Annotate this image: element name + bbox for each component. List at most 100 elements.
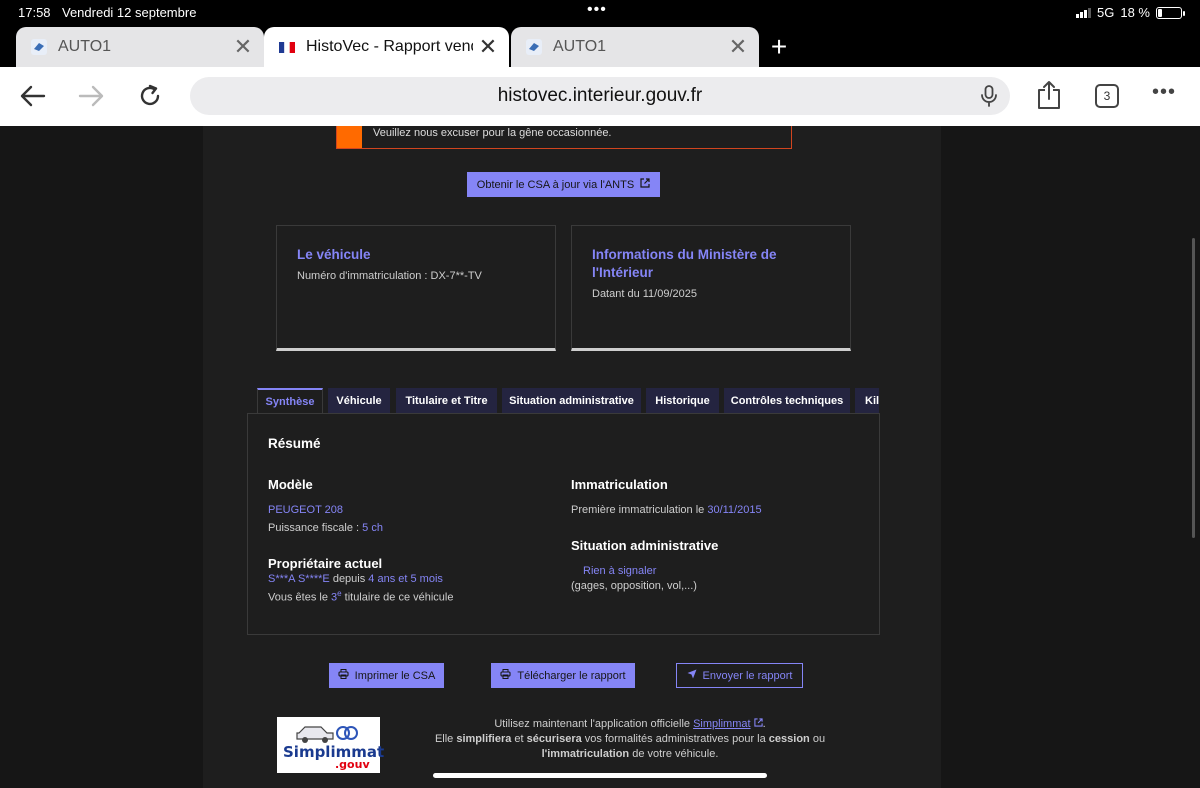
first-registration-date: 30/11/2015 — [707, 504, 762, 516]
registration-number: Numéro d'immatriculation : DX-7**-TV — [297, 270, 482, 282]
url-text: histovec.interieur.gouv.fr — [497, 85, 703, 106]
owner-heading: Propriétaire actuel — [268, 556, 383, 571]
print-csa-button[interactable]: Imprimer le CSA — [329, 663, 444, 688]
promo-bold: sécurisera — [526, 733, 582, 745]
simplimmat-logo[interactable]: Simplimmat .gouv — [277, 717, 384, 773]
promo-text: de votre véhicule. — [629, 748, 719, 760]
model-name: PEUGEOT 208 — [268, 504, 343, 516]
first-registration-label: Première immatriculation le — [571, 504, 708, 516]
microphone-icon[interactable] — [980, 85, 998, 113]
close-tab-icon[interactable]: ✕ — [473, 34, 503, 60]
status-bar: 17:58 Vendredi 12 septembre ••• 5G 18 % — [0, 0, 1200, 26]
tab-controles-techniques[interactable]: Contrôles techniques — [724, 388, 850, 414]
multitask-dots-icon[interactable]: ••• — [587, 1, 607, 19]
tab-historique[interactable]: Historique — [646, 388, 719, 414]
promo-line1-text: Utilisez maintenant l'application offici… — [494, 718, 694, 730]
browser-tab-histovec[interactable]: HistoVec - Rapport vendeur ✕ — [264, 27, 509, 67]
fiscal-power-label: Puissance fiscale : — [268, 522, 363, 534]
ministry-date: Datant du 11/09/2025 — [592, 288, 697, 300]
tab-synthese[interactable]: Synthèse — [257, 388, 323, 414]
browser-tab-auto1-second[interactable]: AUTO1 ✕ — [511, 27, 759, 67]
external-link-icon — [640, 178, 650, 191]
fiscal-power-value: 5 ch — [362, 522, 383, 534]
first-registration: Première immatriculation le 30/11/2015 — [571, 504, 762, 516]
browser-tab-title: HistoVec - Rapport vendeur — [306, 38, 473, 55]
fiscal-power: Puissance fiscale : 5 ch — [268, 522, 383, 534]
tab-count-button[interactable]: 3 — [1095, 84, 1119, 108]
home-indicator[interactable] — [433, 773, 767, 778]
download-report-button[interactable]: Télécharger le rapport — [491, 663, 635, 688]
new-tab-icon[interactable]: + — [766, 31, 792, 63]
browser-tab-auto1-first[interactable]: AUTO1 ✕ — [16, 27, 264, 67]
notice-text: Veuillez nous excuser pour la gêne occas… — [373, 127, 612, 139]
back-arrow-icon[interactable] — [18, 81, 48, 111]
tab-kilometrage[interactable]: Kilo — [855, 388, 879, 414]
download-report-label: Télécharger le rapport — [517, 669, 626, 682]
promo-text: Elle — [434, 733, 457, 745]
address-toolbar: histovec.interieur.gouv.fr 3 ••• — [0, 67, 1200, 126]
browser-tab-title: AUTO1 — [58, 38, 112, 55]
registration-heading: Immatriculation — [571, 477, 668, 492]
promo-bold: simplifiera — [456, 733, 512, 745]
share-icon[interactable] — [1034, 80, 1064, 110]
admin-status-detail: (gages, opposition, vol,...) — [571, 580, 697, 592]
owner-line: S***A S****E depuis 4 ans et 5 mois — [268, 573, 443, 585]
ministry-title-line2: l'Intérieur — [592, 265, 653, 280]
vehicle-card[interactable]: Le véhicule Numéro d'immatriculation : D… — [276, 225, 556, 351]
model-heading: Modèle — [268, 477, 313, 492]
battery-icon — [1156, 6, 1185, 19]
simplimmat-logo-subtext: .gouv — [335, 758, 370, 771]
french-flag-icon — [278, 38, 296, 56]
tab-situation-administrative[interactable]: Situation administrative — [502, 388, 641, 414]
print-csa-label: Imprimer le CSA — [354, 669, 436, 682]
auto1-favicon-icon — [30, 38, 48, 56]
page-scrollbar[interactable] — [1192, 238, 1195, 538]
admin-situation-heading: Situation administrative — [571, 538, 719, 553]
vehicle-card-title: Le véhicule — [297, 247, 371, 262]
forward-arrow-icon[interactable] — [76, 81, 106, 111]
ministry-title-line1: Informations du Ministère de — [592, 247, 777, 262]
send-icon — [687, 669, 697, 682]
browser-tab-title: AUTO1 — [553, 38, 607, 55]
promo-text: ou — [809, 733, 826, 745]
ministry-card-title: Informations du Ministère de l'Intérieur — [592, 246, 777, 282]
promo-line-1: Utilisez maintenant l'application offici… — [430, 717, 830, 732]
ants-csa-button[interactable]: Obtenir le CSA à jour via l'ANTS — [467, 172, 660, 197]
battery-percent: 18 % — [1120, 5, 1150, 20]
status-date: Vendredi 12 septembre — [62, 5, 197, 20]
promo-line-2: Elle simplifiera et sécurisera vos forma… — [430, 732, 830, 747]
network-type: 5G — [1097, 5, 1115, 20]
warning-accent-bar — [337, 126, 362, 148]
owner-name: S***A S****E — [268, 573, 330, 585]
promo-bold: cession — [768, 733, 810, 745]
promo-bold: l'immatriculation — [541, 748, 630, 760]
simplimmat-link[interactable]: Simplimmat — [693, 718, 750, 730]
reload-icon[interactable] — [135, 81, 165, 111]
signal-icon — [1076, 7, 1092, 18]
simplimmat-promo: Utilisez maintenant l'application offici… — [430, 717, 830, 762]
printer-icon — [500, 669, 511, 682]
web-page: Veuillez nous excuser pour la gêne occas… — [0, 126, 1200, 788]
close-tab-icon[interactable]: ✕ — [723, 34, 753, 60]
warning-notice: Veuillez nous excuser pour la gêne occas… — [336, 126, 792, 149]
report-tabs: Synthèse Véhicule Titulaire et Titre Sit… — [257, 388, 879, 414]
admin-status: Rien à signaler — [583, 565, 657, 577]
promo-line-3: l'immatriculation de votre véhicule. — [430, 747, 830, 762]
promo-text: vos formalités administratives pour la — [581, 733, 769, 745]
tab-titulaire[interactable]: Titulaire et Titre — [396, 388, 497, 414]
browser-tab-bar: AUTO1 ✕ HistoVec - Rapport vendeur ✕ AUT… — [0, 26, 1200, 67]
printer-icon — [338, 669, 349, 682]
close-tab-icon[interactable]: ✕ — [228, 34, 258, 60]
send-report-button[interactable]: Envoyer le rapport — [676, 663, 803, 688]
external-link-icon — [753, 718, 763, 730]
auto1-favicon-icon — [525, 38, 543, 56]
summary-panel: Résumé Modèle PEUGEOT 208 Puissance fisc… — [247, 413, 880, 635]
promo-text: et — [511, 733, 527, 745]
ministry-card[interactable]: Informations du Ministère de l'Intérieur… — [571, 225, 851, 351]
more-options-icon[interactable]: ••• — [1152, 81, 1176, 104]
owner-duration: 4 ans et 5 mois — [368, 573, 443, 585]
owner-since-label: depuis — [329, 573, 369, 585]
url-field[interactable]: histovec.interieur.gouv.fr — [190, 77, 1010, 115]
tab-vehicule[interactable]: Véhicule — [328, 388, 390, 414]
send-report-label: Envoyer le rapport — [702, 669, 793, 682]
